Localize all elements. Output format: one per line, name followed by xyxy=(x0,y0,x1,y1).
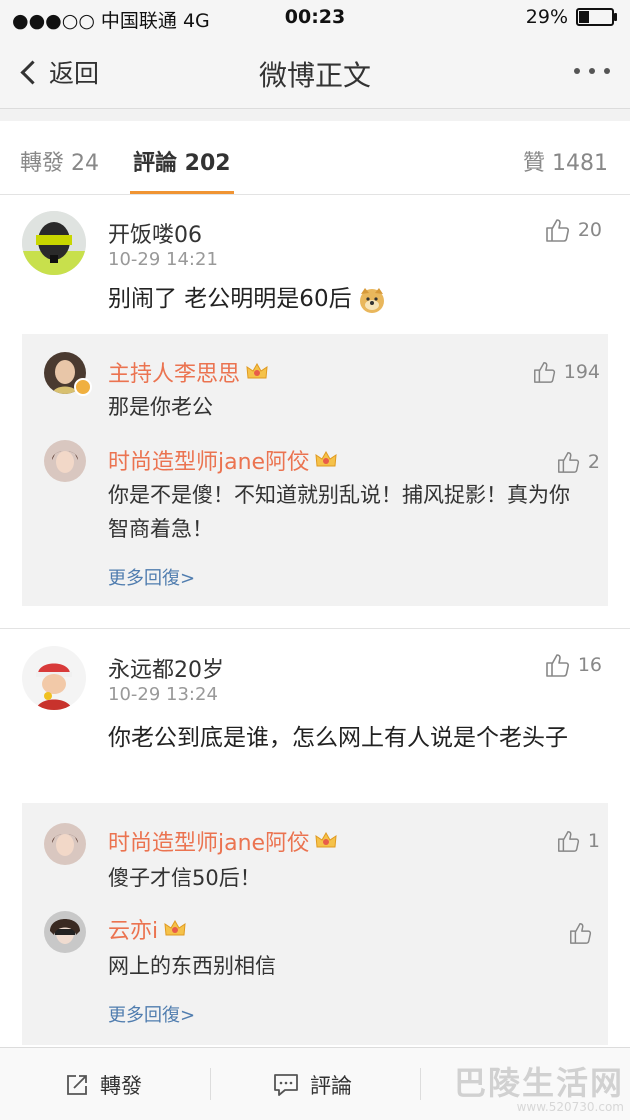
like-button[interactable]: 1 xyxy=(556,829,600,853)
comment-body: 别闹了 老公明明是60后 xyxy=(108,281,590,318)
tab-comments[interactable]: 評論 202 xyxy=(133,145,231,177)
avatar[interactable] xyxy=(44,911,86,953)
bottom-action-bar: 轉發 評論 巴陵生活网 www.520730.com xyxy=(0,1047,630,1120)
comment-text: 你老公到底是谁，怎么网上有人说是个老头子 xyxy=(108,725,568,751)
like-count: 1 xyxy=(587,830,600,852)
status-bar: ●●●○○ 中国联通 4G 00:23 29% xyxy=(0,0,630,36)
repost-label: 轉發 xyxy=(100,1074,142,1098)
like-button[interactable]: 2 xyxy=(556,450,600,474)
tab-bar: 轉發 24 評論 202 贊 1481 xyxy=(0,121,630,195)
like-count: 194 xyxy=(563,361,600,383)
crown-icon xyxy=(315,831,337,848)
reply-username[interactable]: 云亦i xyxy=(108,913,186,945)
reply-username-text: 主持人李思思 xyxy=(108,362,241,387)
active-tab-indicator xyxy=(130,191,234,194)
comment-username[interactable]: 开饭喽06 xyxy=(108,217,202,249)
divider xyxy=(210,1068,211,1100)
thumbs-up-icon xyxy=(546,219,569,242)
verified-badge-icon xyxy=(74,378,92,396)
reply-username-text: 时尚造型师jane阿佼 xyxy=(108,450,310,475)
nav-bar: 返回 微博正文 xyxy=(0,36,630,109)
reply-username-text: 时尚造型师jane阿佼 xyxy=(108,831,310,856)
replies-box: 时尚造型师jane阿佼 1 傻子才信50后！ 云亦i 网上的东西别相信 更多回復… xyxy=(22,803,608,1045)
comment-username[interactable]: 永远都20岁 xyxy=(108,652,224,684)
like-button[interactable] xyxy=(568,921,600,945)
replies-box: 主持人李思思 194 那是你老公 时尚造型师jane阿佼 2 你是不是傻！不知道… xyxy=(22,334,608,606)
reply-username-text: 云亦i xyxy=(108,919,159,944)
crown-icon xyxy=(164,919,186,936)
comment-label: 評論 xyxy=(310,1074,352,1098)
comment-item: 永远都20岁 10-29 13:24 16 你老公到底是谁，怎么网上有人说是个老… xyxy=(0,630,630,1050)
comment-time: 10-29 14:21 xyxy=(108,249,218,270)
avatar[interactable] xyxy=(44,823,86,865)
thumbs-up-icon xyxy=(570,923,592,944)
doge-emoji-icon xyxy=(359,287,384,313)
comment-time: 10-29 13:24 xyxy=(108,684,218,705)
more-replies-link[interactable]: 更多回復> xyxy=(108,564,195,590)
divider xyxy=(0,628,630,629)
repost-button[interactable]: 轉發 xyxy=(64,1070,142,1100)
like-button[interactable]: 20 xyxy=(544,217,602,243)
watermark-url: www.520730.com xyxy=(516,1100,624,1114)
watermark-logo: 巴陵生活网 www.520730.com xyxy=(404,1054,624,1114)
dot-icon xyxy=(574,68,580,74)
battery-percent: 29% xyxy=(525,6,568,28)
thumbs-up-icon xyxy=(533,362,555,383)
reply-username[interactable]: 时尚造型师jane阿佼 xyxy=(108,444,337,476)
battery-icon xyxy=(576,8,617,26)
battery-status: 29% xyxy=(525,6,617,28)
reply-username[interactable]: 时尚造型师jane阿佼 xyxy=(108,825,337,857)
like-count: 16 xyxy=(577,654,602,676)
tab-repost[interactable]: 轉發 24 xyxy=(20,145,99,177)
comment-button[interactable]: 評論 xyxy=(272,1070,352,1100)
reply-text: 傻子才信50后！ xyxy=(108,866,261,890)
comment-icon xyxy=(274,1074,298,1096)
more-options-button[interactable] xyxy=(574,68,610,74)
thumbs-up-icon xyxy=(557,452,580,473)
thumbs-up-icon xyxy=(557,831,580,852)
reply-text: 你是不是傻！不知道就别乱说！捕风捉影！真为你智商着急！ xyxy=(108,483,570,541)
share-icon xyxy=(67,1075,87,1095)
page-title: 微博正文 xyxy=(258,59,371,92)
like-button[interactable]: 16 xyxy=(544,652,602,678)
dot-icon xyxy=(589,68,595,74)
like-count: 20 xyxy=(577,219,602,241)
avatar[interactable] xyxy=(44,440,86,482)
reply-text: 那是你老公 xyxy=(108,395,213,419)
avatar[interactable] xyxy=(22,646,86,710)
tab-likes[interactable]: 贊 1481 xyxy=(523,145,608,177)
crown-icon xyxy=(315,450,337,467)
dot-icon xyxy=(604,68,610,74)
comment-item: 开饭喽06 10-29 14:21 20 别闹了 老公明明是60后 主持人李思思… xyxy=(0,195,630,625)
comment-text: 别闹了 老公明明是60后 xyxy=(108,286,352,312)
like-button[interactable]: 194 xyxy=(532,360,600,384)
avatar[interactable] xyxy=(22,211,86,275)
like-count: 2 xyxy=(587,451,600,473)
section-gap xyxy=(0,109,630,121)
crown-icon xyxy=(246,362,268,379)
more-replies-link[interactable]: 更多回復> xyxy=(108,1001,195,1027)
reply-text: 网上的东西别相信 xyxy=(108,954,276,978)
thumbs-up-icon xyxy=(546,654,569,677)
watermark-text: 巴陵生活网 xyxy=(453,1064,624,1102)
reply-username[interactable]: 主持人李思思 xyxy=(108,356,268,388)
